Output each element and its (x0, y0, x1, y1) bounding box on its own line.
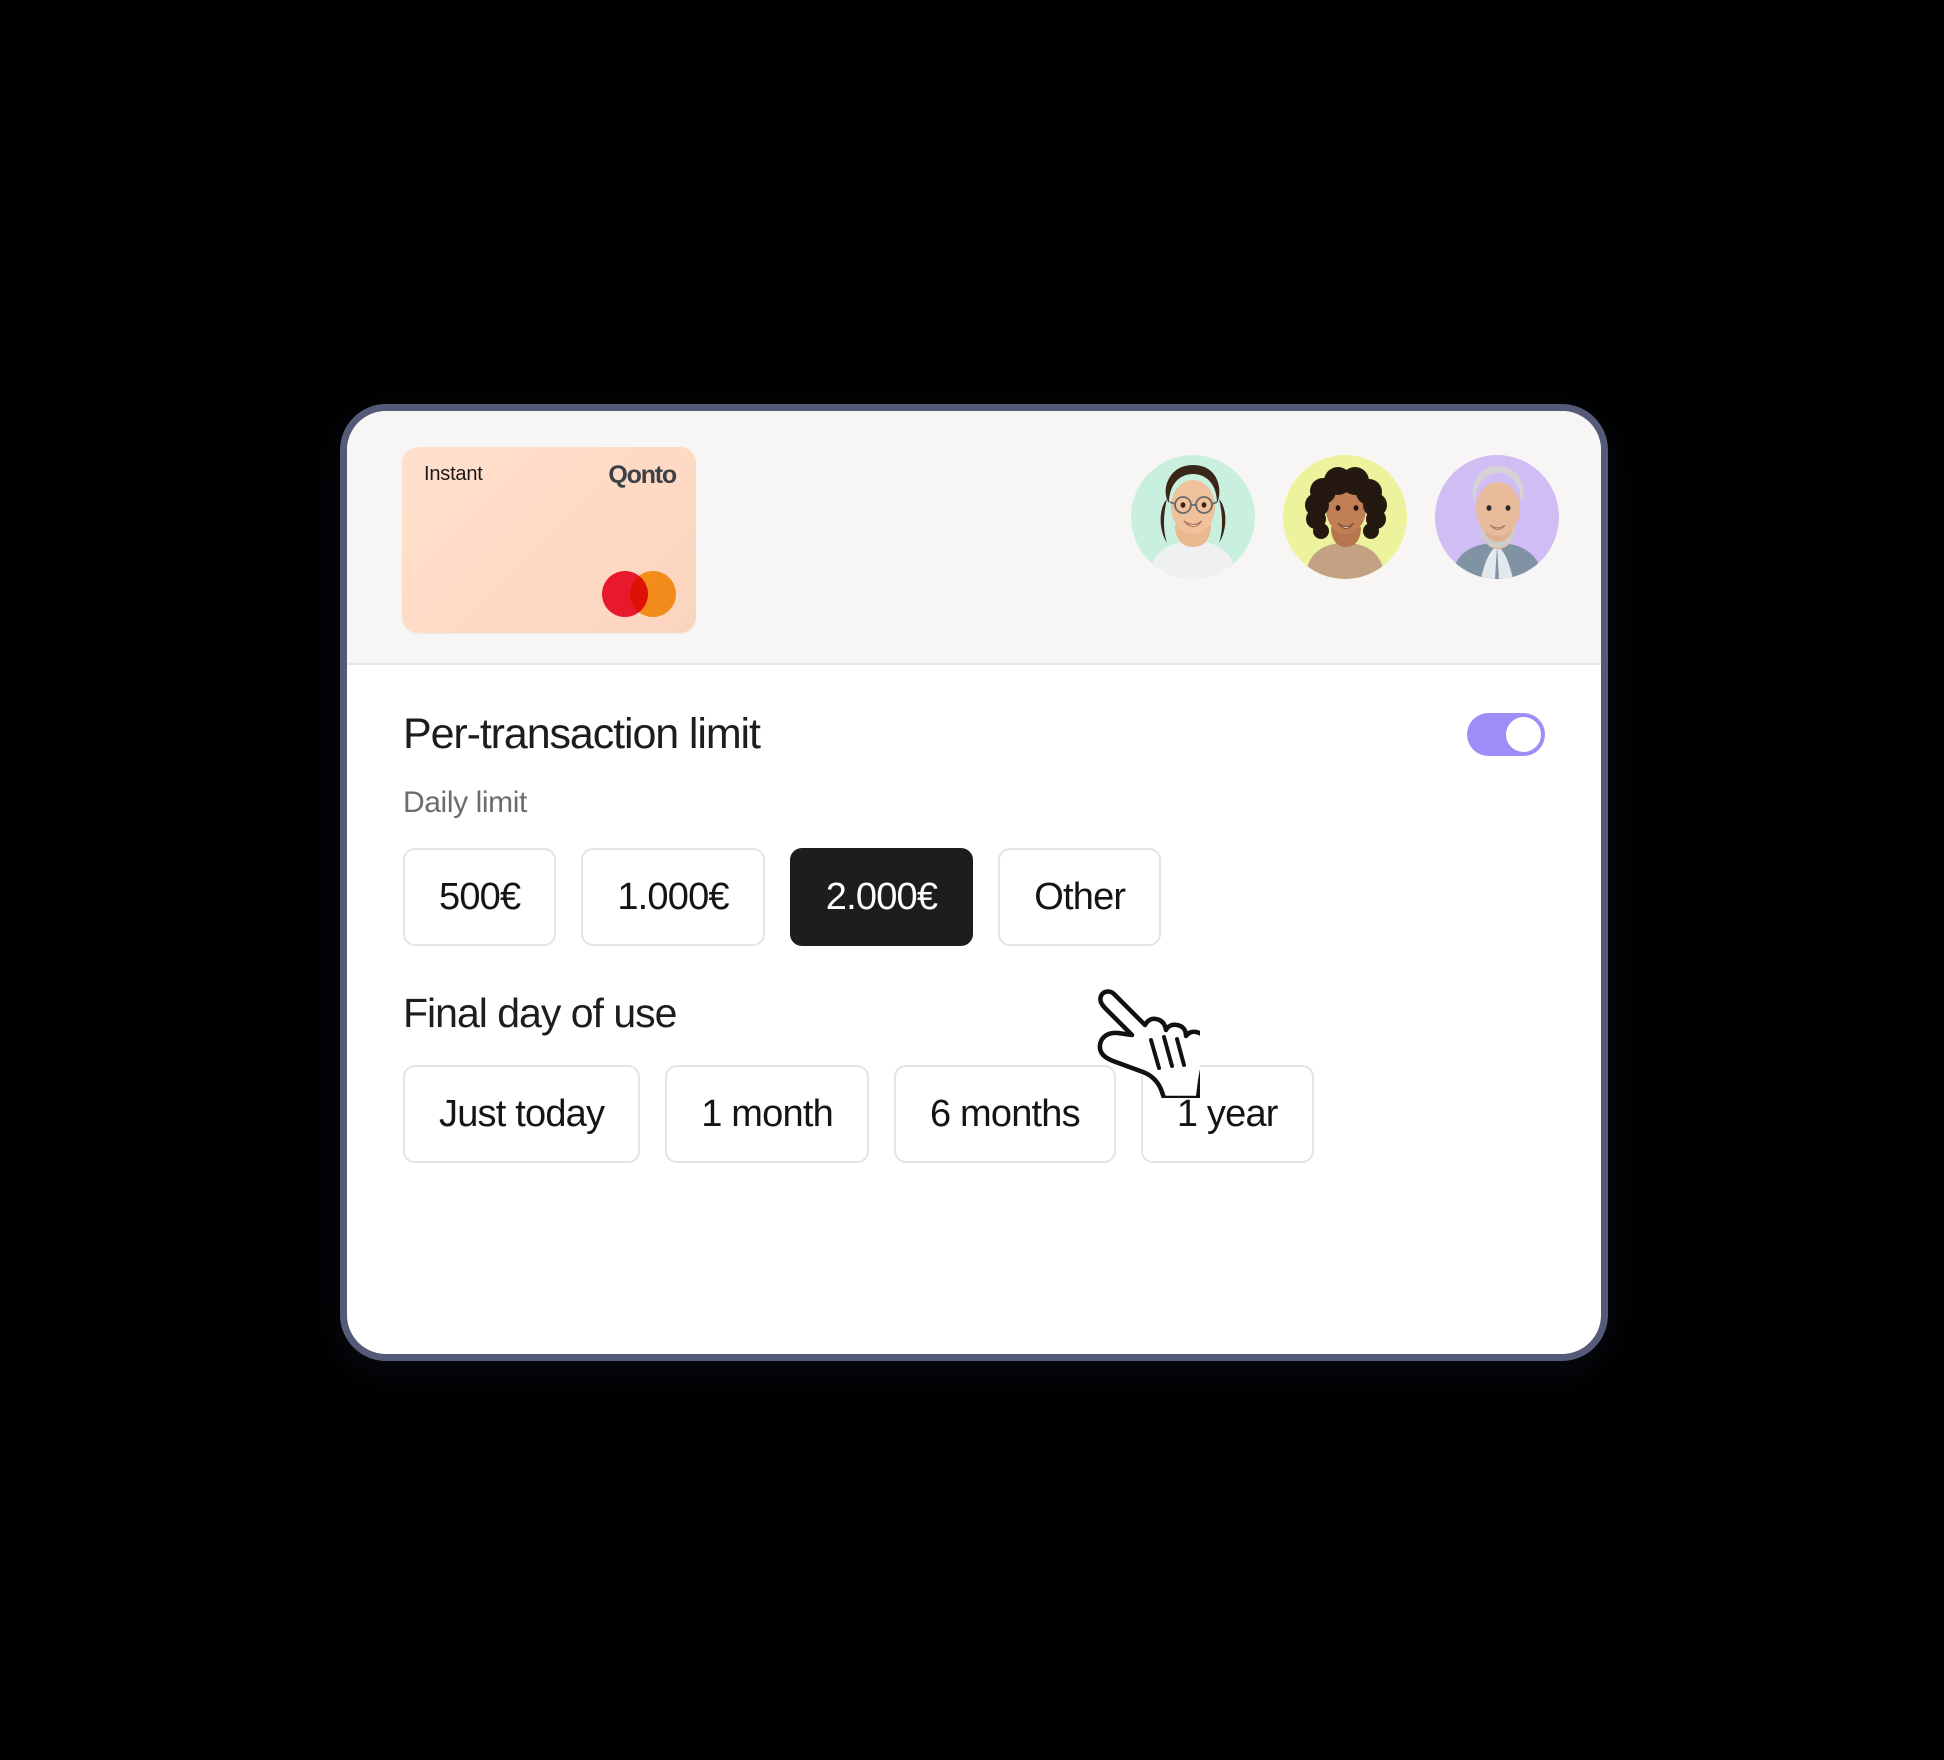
mastercard-amber-circle (630, 571, 676, 617)
card-type-label: Instant (424, 463, 483, 485)
final-day-of-use-label: Final day of use (403, 990, 677, 1037)
bank-card-preview[interactable]: Instant Qonto (402, 447, 696, 633)
daily-limit-options: 500€ 1.000€ 2.000€ Other (403, 848, 1545, 947)
daily-limit-option-other[interactable]: Other (998, 848, 1162, 947)
avatar-group (1131, 455, 1559, 579)
daily-limit-option-2000[interactable]: 2.000€ (789, 848, 974, 947)
daily-limit-option-500[interactable]: 500€ (403, 848, 557, 947)
window-header: Instant Qonto (347, 411, 1601, 665)
toggle-knob (1506, 717, 1541, 753)
daily-limit-option-1000[interactable]: 1.000€ (581, 848, 765, 947)
window-body: Per-transaction limit Daily limit 500€ 1… (347, 665, 1601, 1164)
final-day-option-just-today[interactable]: Just today (403, 1065, 641, 1164)
avatar-person-3[interactable] (1435, 455, 1559, 579)
per-transaction-limit-toggle[interactable] (1467, 713, 1545, 757)
final-day-option-1-month[interactable]: 1 month (665, 1065, 869, 1164)
qonto-logo: Qonto (608, 461, 677, 489)
avatar-person-1[interactable] (1131, 455, 1255, 579)
per-transaction-limit-row: Per-transaction limit (403, 710, 1545, 758)
page-title: Per-transaction limit (403, 710, 761, 758)
final-day-option-6-months[interactable]: 6 months (893, 1065, 1116, 1164)
daily-limit-label: Daily limit (403, 786, 527, 820)
final-day-options: Just today 1 month 6 months 1 year (403, 1065, 1545, 1164)
mastercard-icon (602, 571, 676, 617)
card-settings-window: Instant Qonto Per-transaction limit Dail… (340, 404, 1608, 1361)
avatar-person-2[interactable] (1283, 455, 1407, 579)
final-day-option-1-year[interactable]: 1 year (1140, 1065, 1314, 1164)
